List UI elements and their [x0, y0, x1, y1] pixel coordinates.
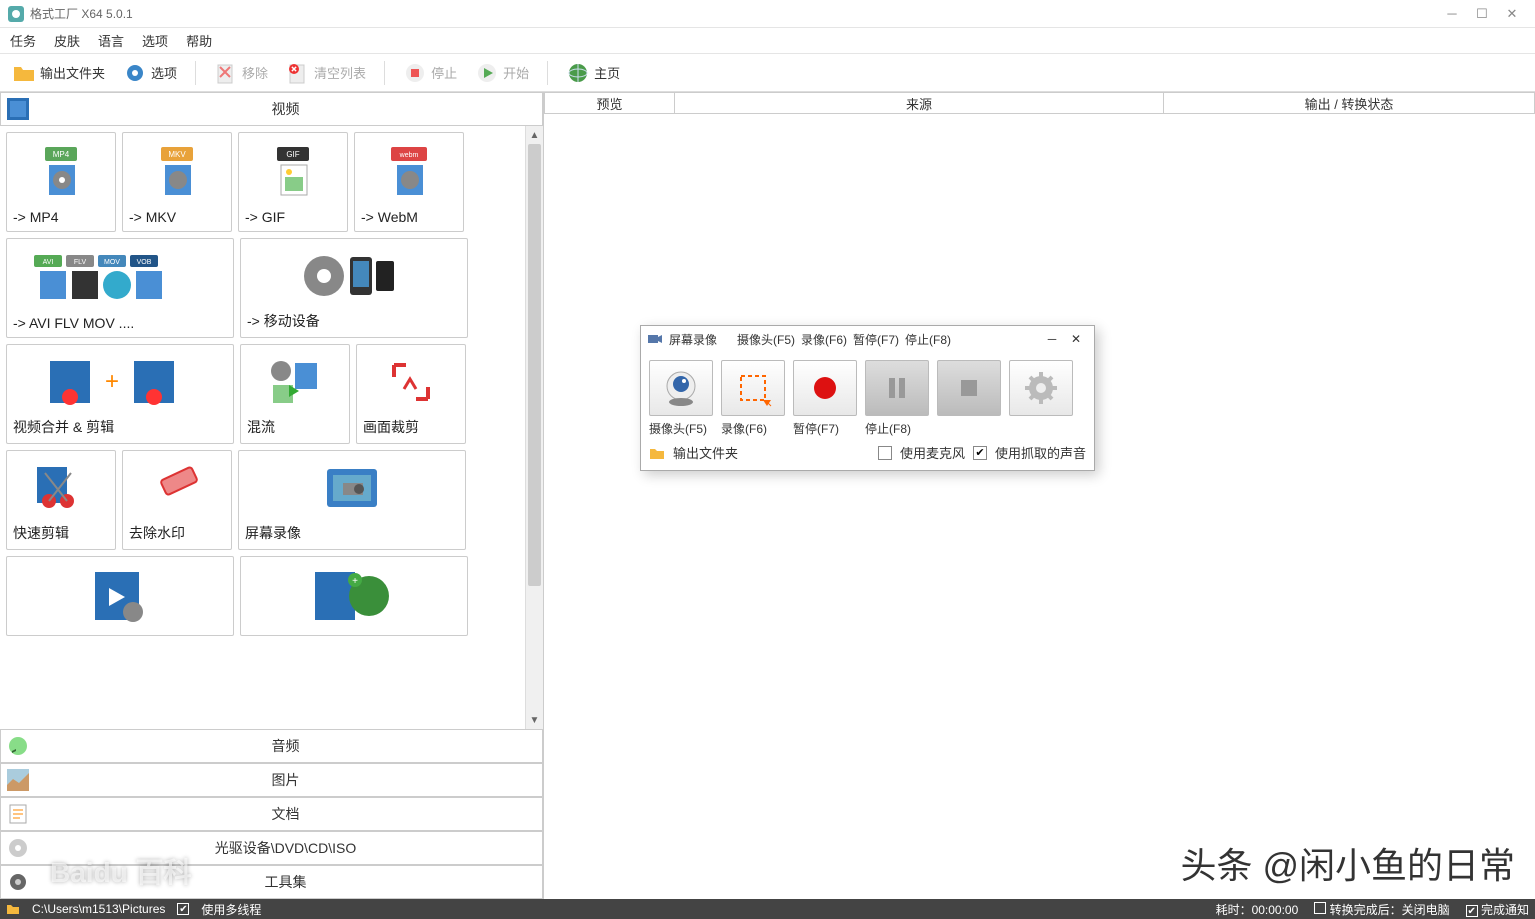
statusbar: C:\Users\m1513\Pictures ✔ 使用多线程 耗时：00:00…	[0, 899, 1535, 919]
screen-record-dialog: 屏幕录像 摄像头(F5) 录像(F6) 暂停(F7) 停止(F8) ─ ✕ 摄像…	[640, 325, 1095, 471]
svg-text:+: +	[105, 368, 119, 395]
toolbar-home[interactable]: 主页	[562, 59, 624, 87]
cell-gif[interactable]: GIF-> GIF	[238, 132, 348, 232]
scroll-up-icon[interactable]: ▲	[526, 126, 543, 144]
use-mic-checkbox[interactable]	[878, 446, 892, 460]
titlebar: 格式工厂 X64 5.0.1 ─ ☐ ✕	[0, 0, 1535, 28]
remove-icon	[214, 61, 238, 85]
svg-text:+: +	[352, 576, 358, 587]
use-capture-audio-checkbox[interactable]: ✔	[973, 446, 987, 460]
status-path[interactable]: C:\Users\m1513\Pictures	[32, 902, 165, 916]
stop-button[interactable]	[937, 360, 1001, 416]
disc-icon	[7, 837, 29, 859]
svg-text:MOV: MOV	[104, 259, 120, 266]
category-audio[interactable]: 音频	[0, 729, 543, 763]
app-icon	[8, 6, 24, 22]
cell-webm[interactable]: webm-> WebM	[354, 132, 464, 232]
scroll-down-icon[interactable]: ▼	[526, 711, 543, 729]
close-button[interactable]: ✕	[1497, 0, 1527, 27]
video-icon	[7, 98, 29, 120]
multithread-checkbox[interactable]: ✔	[177, 903, 189, 915]
menu-language[interactable]: 语言	[98, 31, 124, 50]
cell-mp4[interactable]: MP4-> MP4	[6, 132, 116, 232]
camcorder-icon	[647, 331, 663, 347]
settings-button[interactable]	[1009, 360, 1073, 416]
col-source[interactable]: 来源	[675, 93, 1164, 113]
pause-button[interactable]	[865, 360, 929, 416]
cell-merge[interactable]: +视频合并 & 剪辑	[6, 344, 234, 444]
menubar: 任务 皮肤 语言 选项 帮助	[0, 28, 1535, 54]
svg-text:FLV: FLV	[74, 259, 87, 266]
folder-small-icon	[649, 446, 665, 460]
col-preview[interactable]: 预览	[545, 93, 675, 113]
svg-text:VOB: VOB	[137, 259, 152, 266]
notify-checkbox[interactable]: ✔	[1466, 905, 1478, 917]
category-tools[interactable]: 工具集	[0, 865, 543, 899]
cell-crop[interactable]: 画面裁剪	[356, 344, 466, 444]
toolbar-output-folder[interactable]: 输出文件夹	[8, 59, 109, 87]
left-panel: 视频 MP4-> MP4 MKV-> MKV GIF-> GIF webm-> …	[0, 92, 544, 899]
camera-button[interactable]	[649, 360, 713, 416]
cell-screenrec[interactable]: 屏幕录像	[238, 450, 466, 550]
right-panel: 预览 来源 输出 / 转换状态	[544, 92, 1535, 899]
record-area-button[interactable]	[721, 360, 785, 416]
toolbar-clear[interactable]: 清空列表	[282, 59, 370, 87]
audio-icon	[7, 735, 29, 757]
stop-icon	[403, 61, 427, 85]
svg-text:MKV: MKV	[168, 150, 186, 159]
cell-extra1[interactable]	[6, 556, 234, 636]
dialog-output-folder[interactable]: 输出文件夹	[673, 443, 738, 462]
menu-task[interactable]: 任务	[10, 31, 36, 50]
category-video[interactable]: 视频	[0, 92, 543, 126]
cell-dewatermark[interactable]: 去除水印	[122, 450, 232, 550]
maximize-button[interactable]: ☐	[1467, 0, 1497, 27]
toolbar: 输出文件夹 选项 移除 清空列表 停止 开始 主页	[0, 54, 1535, 92]
gear-icon	[123, 61, 147, 85]
globe-icon	[566, 61, 590, 85]
category-image[interactable]: 图片	[0, 763, 543, 797]
clear-icon	[286, 61, 310, 85]
dialog-title: 屏幕录像	[669, 331, 717, 348]
menu-options[interactable]: 选项	[142, 31, 168, 50]
menu-help[interactable]: 帮助	[186, 31, 212, 50]
toolbar-start[interactable]: 开始	[471, 59, 533, 87]
cell-avi-etc[interactable]: AVIFLVMOVVOB-> AVI FLV MOV ....	[6, 238, 234, 338]
svg-text:AVI: AVI	[43, 259, 54, 266]
after-done-checkbox[interactable]	[1314, 902, 1326, 914]
minimize-button[interactable]: ─	[1437, 0, 1467, 27]
svg-text:MP4: MP4	[53, 150, 70, 159]
cell-mkv[interactable]: MKV-> MKV	[122, 132, 232, 232]
play-icon	[475, 61, 499, 85]
dialog-minimize-button[interactable]: ─	[1040, 332, 1064, 346]
svg-text:GIF: GIF	[286, 150, 299, 159]
cell-extra2[interactable]: +	[240, 556, 468, 636]
task-list-header: 预览 来源 输出 / 转换状态	[544, 92, 1535, 114]
toolbar-remove[interactable]: 移除	[210, 59, 272, 87]
category-document[interactable]: 文档	[0, 797, 543, 831]
document-icon	[7, 803, 29, 825]
folder-icon	[12, 61, 36, 85]
cell-mobile[interactable]: -> 移动设备	[240, 238, 468, 338]
task-list-body	[544, 114, 1535, 899]
folder-status-icon	[6, 903, 20, 915]
tools-icon	[7, 871, 29, 893]
col-output[interactable]: 输出 / 转换状态	[1164, 93, 1534, 113]
record-button[interactable]	[793, 360, 857, 416]
menu-skin[interactable]: 皮肤	[54, 31, 80, 50]
status-elapsed: 耗时：00:00:00	[1216, 901, 1299, 918]
cell-mux[interactable]: 混流	[240, 344, 350, 444]
svg-text:webm: webm	[399, 152, 419, 159]
toolbar-options[interactable]: 选项	[119, 59, 181, 87]
scrollbar[interactable]: ▲ ▼	[525, 126, 543, 729]
category-optical[interactable]: 光驱设备\DVD\CD\ISO	[0, 831, 543, 865]
dialog-close-button[interactable]: ✕	[1064, 332, 1088, 346]
toolbar-stop[interactable]: 停止	[399, 59, 461, 87]
cell-quickcut[interactable]: 快速剪辑	[6, 450, 116, 550]
window-title: 格式工厂 X64 5.0.1	[30, 5, 1437, 22]
image-icon	[7, 769, 29, 791]
